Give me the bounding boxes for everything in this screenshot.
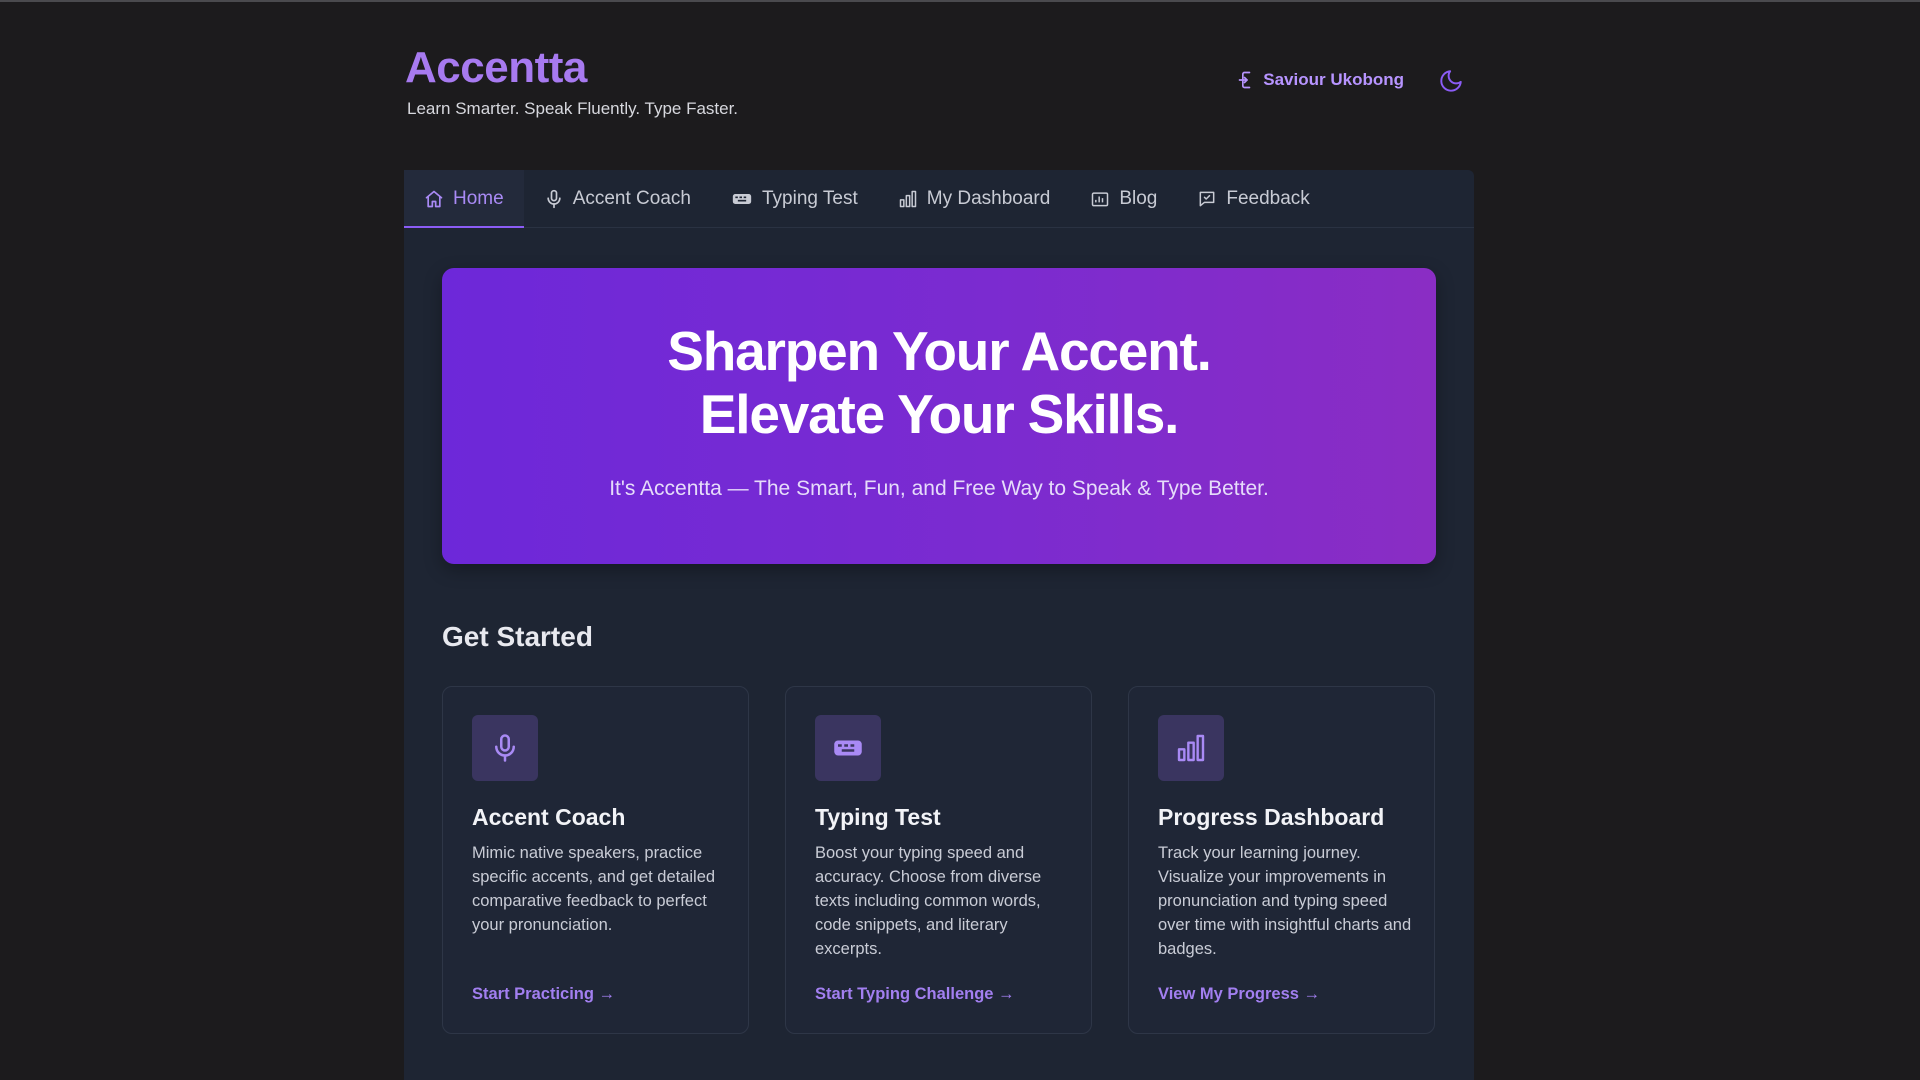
hero-title-line-1: Sharpen Your Accent. — [667, 320, 1212, 382]
card-title: Progress Dashboard — [1158, 804, 1385, 830]
card-description: Track your learning journey. Visualize y… — [1158, 844, 1412, 958]
brand-tagline: Learn Smarter. Speak Fluently. Type Fast… — [407, 99, 739, 118]
home-icon — [424, 189, 444, 209]
sign-in-icon — [1237, 70, 1257, 90]
nav-item-blog[interactable]: Blog — [1070, 170, 1177, 227]
nav-item-label: Accent Coach — [572, 187, 691, 209]
nav-item-typing-test[interactable]: Typing Test — [711, 170, 878, 227]
user-account-button[interactable]: Saviour Ukobong — [1237, 70, 1404, 90]
card-title: Typing Test — [815, 804, 941, 830]
view-my-progress-link[interactable]: View My Progress → — [1158, 983, 1320, 1005]
nav-item-label: Feedback — [1226, 187, 1310, 209]
card-description: Boost your typing speed and accuracy. Ch… — [815, 844, 1042, 958]
card-title: Accent Coach — [472, 804, 626, 830]
theme-toggle-button[interactable] — [1436, 68, 1466, 98]
microphone-icon — [544, 189, 564, 209]
bar-chart-icon — [1158, 715, 1224, 781]
main-content: Sharpen Your Accent. Elevate Your Skills… — [404, 228, 1474, 1080]
nav-item-label: Home — [453, 187, 504, 209]
start-practicing-link[interactable]: Start Practicing → — [472, 983, 615, 1005]
nav-item-label: My Dashboard — [926, 187, 1051, 209]
nav-item-accent-coach[interactable]: Accent Coach — [524, 170, 711, 227]
hero-title-line-2: Elevate Your Skills. — [699, 383, 1180, 445]
feature-card-typing-test: Typing Test Boost your typing speed and … — [785, 686, 1092, 1034]
nav-item-home[interactable]: Home — [404, 170, 524, 228]
card-description: Mimic native speakers, practice specific… — [472, 844, 716, 934]
get-started-heading: Get Started — [442, 621, 593, 652]
start-typing-challenge-link[interactable]: Start Typing Challenge → — [815, 983, 1015, 1005]
hero-banner: Sharpen Your Accent. Elevate Your Skills… — [442, 268, 1436, 564]
feedback-icon — [1197, 189, 1217, 209]
blog-icon — [1090, 189, 1110, 209]
bar-chart-icon — [898, 189, 918, 209]
hero-title: Sharpen Your Accent. Elevate Your Skills… — [442, 320, 1436, 446]
nav-item-my-dashboard[interactable]: My Dashboard — [878, 170, 1071, 227]
nav-item-label: Typing Test — [761, 187, 858, 209]
user-name: Saviour Ukobong — [1263, 70, 1404, 89]
feature-cards: Accent Coach Mimic native speakers, prac… — [442, 686, 1436, 1034]
feature-card-progress-dashboard: Progress Dashboard Track your learning j… — [1128, 686, 1435, 1034]
hero-subtitle: It's Accentta — The Smart, Fun, and Free… — [609, 477, 1269, 500]
site-header: Accentta Learn Smarter. Speak Fluently. … — [404, 0, 1474, 170]
brand-logo-text[interactable]: Accentta — [405, 42, 587, 94]
nav-item-feedback[interactable]: Feedback — [1177, 170, 1329, 227]
keyboard-icon — [731, 189, 753, 209]
moon-icon — [1438, 68, 1464, 99]
microphone-icon — [472, 715, 538, 781]
keyboard-icon — [815, 715, 881, 781]
main-navigation: Home Accent Coach Typing Test My Dashboa… — [404, 170, 1474, 228]
feature-card-accent-coach: Accent Coach Mimic native speakers, prac… — [442, 686, 749, 1034]
nav-item-label: Blog — [1119, 187, 1158, 209]
app-container: Accentta Learn Smarter. Speak Fluently. … — [404, 0, 1474, 1080]
